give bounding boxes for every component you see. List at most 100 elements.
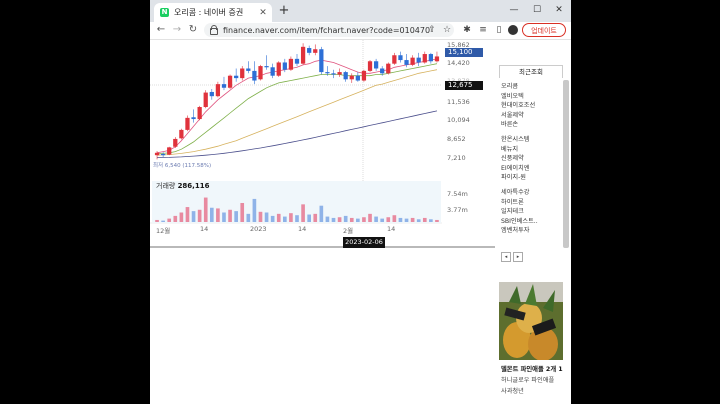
candle-body xyxy=(373,61,379,69)
x-axis-label: 14 xyxy=(298,225,307,233)
pineapple-illustration xyxy=(499,282,563,360)
volume-bar xyxy=(209,207,214,222)
candle-body xyxy=(367,61,373,71)
price-tick: 10,094 xyxy=(447,116,470,124)
candle-body xyxy=(349,75,354,80)
candle xyxy=(234,68,239,82)
candle xyxy=(173,137,178,148)
chart-canvas[interactable] xyxy=(150,40,495,255)
candle xyxy=(422,51,427,64)
update-button[interactable]: 업데이트 xyxy=(522,23,566,37)
volume-bar xyxy=(246,213,251,222)
candle xyxy=(355,72,360,82)
extensions-puzzle-icon[interactable]: ✱ xyxy=(461,24,473,36)
url-text: finance.naver.com/item/fchart.naver?code… xyxy=(223,25,431,35)
browser-window: N 오리콤 : 네이버 증권 ✕ + — ☐ ✕ ← → ↻ finance.n… xyxy=(150,0,571,404)
recent-view-tab[interactable]: 최근조회 xyxy=(499,65,563,78)
candle xyxy=(307,45,312,56)
recent-item[interactable]: 서울제약 xyxy=(501,111,561,121)
candle xyxy=(264,55,269,70)
recent-item[interactable]: 현대이호조선 xyxy=(501,101,561,111)
recent-item[interactable]: 일지테크 xyxy=(501,207,561,217)
volume-bar xyxy=(161,220,165,222)
candle-body xyxy=(197,107,202,120)
candle-body xyxy=(209,91,214,97)
volume-tick: 7.54m xyxy=(447,190,468,198)
tab-close-icon[interactable]: ✕ xyxy=(257,8,269,18)
candle-body xyxy=(160,153,166,156)
new-tab-plus-icon[interactable]: + xyxy=(277,4,291,18)
profile-avatar[interactable] xyxy=(508,25,518,35)
reload-icon[interactable]: ↻ xyxy=(186,23,200,37)
ad-subtitle: 허니글로우 파인애플 xyxy=(501,377,555,384)
candle-body xyxy=(191,117,196,120)
ad-seller: 사과청년 xyxy=(501,388,524,395)
recent-item[interactable]: 세아특수강 xyxy=(501,188,561,198)
candle xyxy=(221,76,227,91)
recent-item[interactable]: 신풍제약 xyxy=(501,154,561,164)
candle xyxy=(294,54,300,67)
candle-body xyxy=(325,72,330,74)
volume-bar xyxy=(179,212,184,222)
browser-tab[interactable]: N 오리콤 : 네이버 증권 ✕ xyxy=(154,3,272,22)
candle xyxy=(270,63,275,79)
candle xyxy=(197,105,202,121)
volume-bar xyxy=(331,217,336,222)
pager-next-icon[interactable]: ▸ xyxy=(513,252,523,262)
side-panel-icon[interactable]: ▯ xyxy=(493,24,505,36)
recent-item[interactable]: 엠벤처투자 xyxy=(501,226,561,236)
pager-prev-icon[interactable]: ◂ xyxy=(501,252,511,262)
candle xyxy=(209,88,214,100)
recent-item[interactable]: 파이지-원 xyxy=(501,173,561,183)
recent-item[interactable]: 하이트론 xyxy=(501,198,561,208)
recent-item[interactable]: 한온시스템 xyxy=(501,135,561,145)
minimize-icon[interactable]: — xyxy=(505,3,523,17)
ad-title[interactable]: 델몬트 파인애플 2개 1 xyxy=(501,364,563,373)
volume-bar xyxy=(222,212,226,222)
candle-body xyxy=(264,66,269,68)
candle-body xyxy=(288,58,294,70)
recent-item[interactable]: 오리콤 xyxy=(501,82,561,92)
candle-body xyxy=(428,54,434,62)
stock-chart[interactable]: 15,862 15,100 14,420 13,878 12,675 11,53… xyxy=(150,40,495,255)
candle-body xyxy=(221,84,227,88)
back-arrow-icon[interactable]: ← xyxy=(154,23,168,37)
candle xyxy=(240,66,245,81)
sidebar-scrollbar[interactable] xyxy=(563,80,569,248)
candle-body xyxy=(300,46,306,64)
volume-bar xyxy=(228,209,232,222)
candle-body xyxy=(313,49,318,53)
recent-item[interactable]: EI에이치엔 xyxy=(501,164,561,174)
address-bar[interactable]: finance.naver.com/item/fchart.naver?code… xyxy=(204,23,454,37)
volume-tick: 3.77m xyxy=(447,206,468,214)
candle-body xyxy=(215,84,221,97)
candle-body xyxy=(337,72,342,75)
candle xyxy=(416,52,421,67)
candle-body xyxy=(167,147,172,155)
sidebar-pager: ◂ ▸ xyxy=(501,252,523,262)
bookmark-star-icon[interactable]: ☆ xyxy=(441,24,453,36)
candle-body xyxy=(276,62,281,76)
x-axis-label: 14 xyxy=(200,225,209,233)
volume-bar xyxy=(356,218,360,222)
pineapple-ad-image[interactable] xyxy=(499,282,563,360)
recent-item[interactable]: 바른손 xyxy=(501,120,561,130)
candle-body xyxy=(398,55,403,61)
volume-bar xyxy=(380,218,385,222)
volume-bar xyxy=(343,215,348,222)
candle-body xyxy=(294,58,300,64)
recent-item[interactable]: SBI인베스트.. xyxy=(501,217,561,227)
volume-bar xyxy=(307,214,311,222)
forward-arrow-icon[interactable]: → xyxy=(170,23,184,37)
candle-body xyxy=(343,72,348,80)
recent-item[interactable]: 엘비오텍 xyxy=(501,92,561,102)
candle xyxy=(203,90,208,109)
volume-bar xyxy=(270,215,275,222)
reading-list-icon[interactable]: ≡ xyxy=(477,24,489,36)
candle xyxy=(185,115,190,132)
share-icon[interactable]: ⇪ xyxy=(426,24,438,36)
maximize-icon[interactable]: ☐ xyxy=(528,3,546,17)
close-window-icon[interactable]: ✕ xyxy=(550,3,568,17)
volume-bar xyxy=(386,217,391,222)
recent-item[interactable]: 베뉴지 xyxy=(501,145,561,155)
